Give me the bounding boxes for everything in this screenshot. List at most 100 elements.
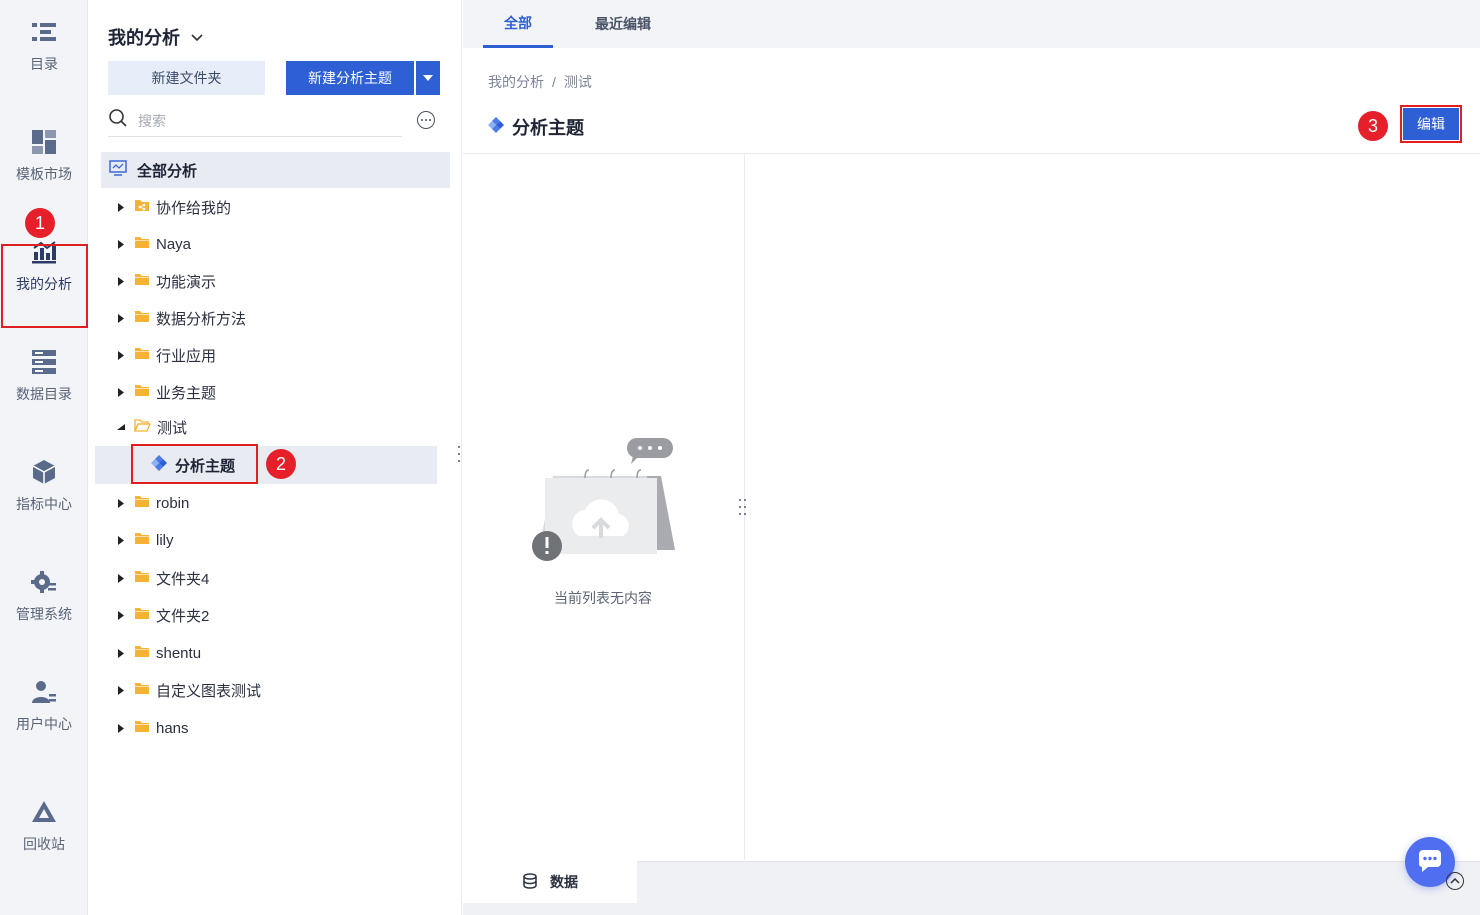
- rail-item-recycle-bin[interactable]: 回收站: [0, 784, 88, 868]
- tree-item[interactable]: 行业应用: [116, 337, 216, 373]
- caret-right-icon[interactable]: [116, 313, 126, 323]
- page-title-text: 分析主题: [512, 118, 584, 138]
- tree-item-expanded[interactable]: 测试: [116, 409, 187, 445]
- caret-right-icon[interactable]: [116, 276, 126, 286]
- caret-right-icon[interactable]: [116, 239, 126, 249]
- panel-title[interactable]: 我的分析: [108, 24, 204, 50]
- folder-icon: [134, 383, 150, 401]
- tree-root-all-analysis[interactable]: 全部分析: [101, 152, 450, 188]
- panel-title-text: 我的分析: [108, 28, 180, 48]
- tree-item[interactable]: Naya: [116, 226, 191, 262]
- step-badge-2: 2: [266, 449, 296, 479]
- tab-bar: 全部 最近编辑: [463, 0, 1480, 48]
- caret-right-icon[interactable]: [116, 685, 126, 695]
- new-topic-dropdown-button[interactable]: [416, 61, 440, 95]
- rail-item-data-catalog[interactable]: 数据目录: [0, 334, 88, 418]
- database-icon: [522, 872, 538, 892]
- tree-item[interactable]: 功能演示: [116, 263, 216, 299]
- tree-item[interactable]: 自定义图表测试: [116, 672, 261, 708]
- tree-item[interactable]: shentu: [116, 635, 201, 671]
- rail-item-admin-system[interactable]: 管理系统: [0, 554, 88, 638]
- caret-right-icon[interactable]: [116, 350, 126, 360]
- rail-label: 用户中心: [16, 716, 72, 732]
- breadcrumb-parent[interactable]: 我的分析: [488, 74, 544, 90]
- search-input[interactable]: 搜索: [108, 105, 402, 137]
- catalog-icon: [30, 18, 58, 46]
- tree-item-label: 文件夹4: [156, 570, 210, 588]
- tree-root-label: 全部分析: [137, 162, 198, 180]
- tree-item[interactable]: 协作给我的: [116, 189, 231, 225]
- folder-open-icon: [134, 418, 151, 436]
- folder-icon: [134, 681, 150, 699]
- breadcrumb-current[interactable]: 测试: [564, 74, 592, 90]
- caret-right-icon[interactable]: [116, 202, 126, 212]
- tree-item[interactable]: hans: [116, 710, 189, 746]
- folder-icon: [134, 272, 150, 290]
- breadcrumb-separator: /: [552, 74, 556, 90]
- tree-item[interactable]: 文件夹4: [116, 560, 209, 596]
- column-resize-handle[interactable]: [739, 499, 747, 517]
- metric-center-icon: [30, 458, 58, 486]
- empty-state-text: 当前列表无内容: [554, 590, 652, 606]
- caret-right-icon[interactable]: [116, 498, 126, 508]
- step-badge-1: 1: [25, 208, 55, 238]
- breadcrumb: 我的分析 / 测试: [488, 72, 592, 92]
- page-title: 分析主题: [488, 114, 584, 140]
- caret-right-icon[interactable]: [116, 648, 126, 658]
- collapse-up-icon[interactable]: [1446, 872, 1464, 890]
- tree-item-label: Naya: [156, 235, 192, 253]
- rail-label: 管理系统: [16, 606, 72, 622]
- tree-item-label: 功能演示: [156, 273, 217, 291]
- rail-item-template-market[interactable]: 模板市场: [0, 114, 88, 198]
- divider: [463, 153, 1480, 154]
- data-catalog-icon: [30, 348, 58, 376]
- caret-right-icon[interactable]: [116, 723, 126, 733]
- highlight-box-analysis-topic: [131, 444, 258, 484]
- analysis-panel: 我的分析 新建文件夹 新建分析主题 搜索 全部分析 协作给我的 Naya 功能演…: [88, 0, 462, 915]
- admin-system-icon: [30, 568, 58, 596]
- recycle-bin-icon: [30, 798, 58, 826]
- main-area: 全部 最近编辑 我的分析 / 测试 分析主题 3 编辑 当前列表无内容 数据: [463, 0, 1480, 915]
- tree-item-label: 文件夹2: [156, 607, 210, 625]
- search-placeholder: 搜索: [138, 112, 166, 129]
- more-options-icon[interactable]: [417, 111, 435, 129]
- folder-icon: [134, 494, 150, 512]
- user-center-icon: [30, 678, 58, 706]
- new-folder-button[interactable]: 新建文件夹: [108, 61, 265, 95]
- rail-label: 回收站: [23, 836, 65, 852]
- caret-right-icon[interactable]: [116, 610, 126, 620]
- rail-item-user-center[interactable]: 用户中心: [0, 664, 88, 748]
- tree-item-label: lily: [156, 531, 174, 549]
- tab-all[interactable]: 全部: [483, 0, 553, 48]
- tree-item-label: 行业应用: [156, 347, 217, 365]
- template-market-icon: [30, 128, 58, 156]
- step-badge-3: 3: [1358, 111, 1388, 141]
- data-tab[interactable]: 数据: [463, 861, 637, 903]
- tree-item-label: 测试: [157, 419, 188, 437]
- highlight-box-edit: [1400, 105, 1462, 143]
- folder-icon: [134, 719, 150, 737]
- new-topic-button[interactable]: 新建分析主题: [286, 61, 414, 95]
- tree-item[interactable]: robin: [116, 485, 189, 521]
- tree-item[interactable]: 数据分析方法: [116, 300, 246, 336]
- tree-item[interactable]: 业务主题: [116, 374, 216, 410]
- rail-item-catalog[interactable]: 目录: [0, 4, 88, 88]
- caret-right-icon[interactable]: [116, 387, 126, 397]
- tree-item-label: robin: [156, 494, 190, 512]
- caret-down-icon[interactable]: [116, 424, 126, 430]
- tree-item-label: 协作给我的: [156, 199, 232, 217]
- tree-item[interactable]: 文件夹2: [116, 597, 209, 633]
- caret-right-icon[interactable]: [116, 535, 126, 545]
- chevron-down-icon: [190, 27, 204, 48]
- tab-recent-edit[interactable]: 最近编辑: [581, 0, 665, 48]
- folder-icon: [134, 606, 150, 624]
- search-icon: [108, 108, 128, 133]
- tree-item-label: hans: [156, 719, 189, 737]
- rail-item-metric-center[interactable]: 指标中心: [0, 444, 88, 528]
- highlight-box-my-analysis: [1, 244, 88, 328]
- tree-item[interactable]: lily: [116, 522, 174, 558]
- caret-right-icon[interactable]: [116, 573, 126, 583]
- tree-item-label: shentu: [156, 644, 202, 662]
- caret-down-icon: [423, 75, 433, 81]
- monitor-icon: [109, 160, 127, 180]
